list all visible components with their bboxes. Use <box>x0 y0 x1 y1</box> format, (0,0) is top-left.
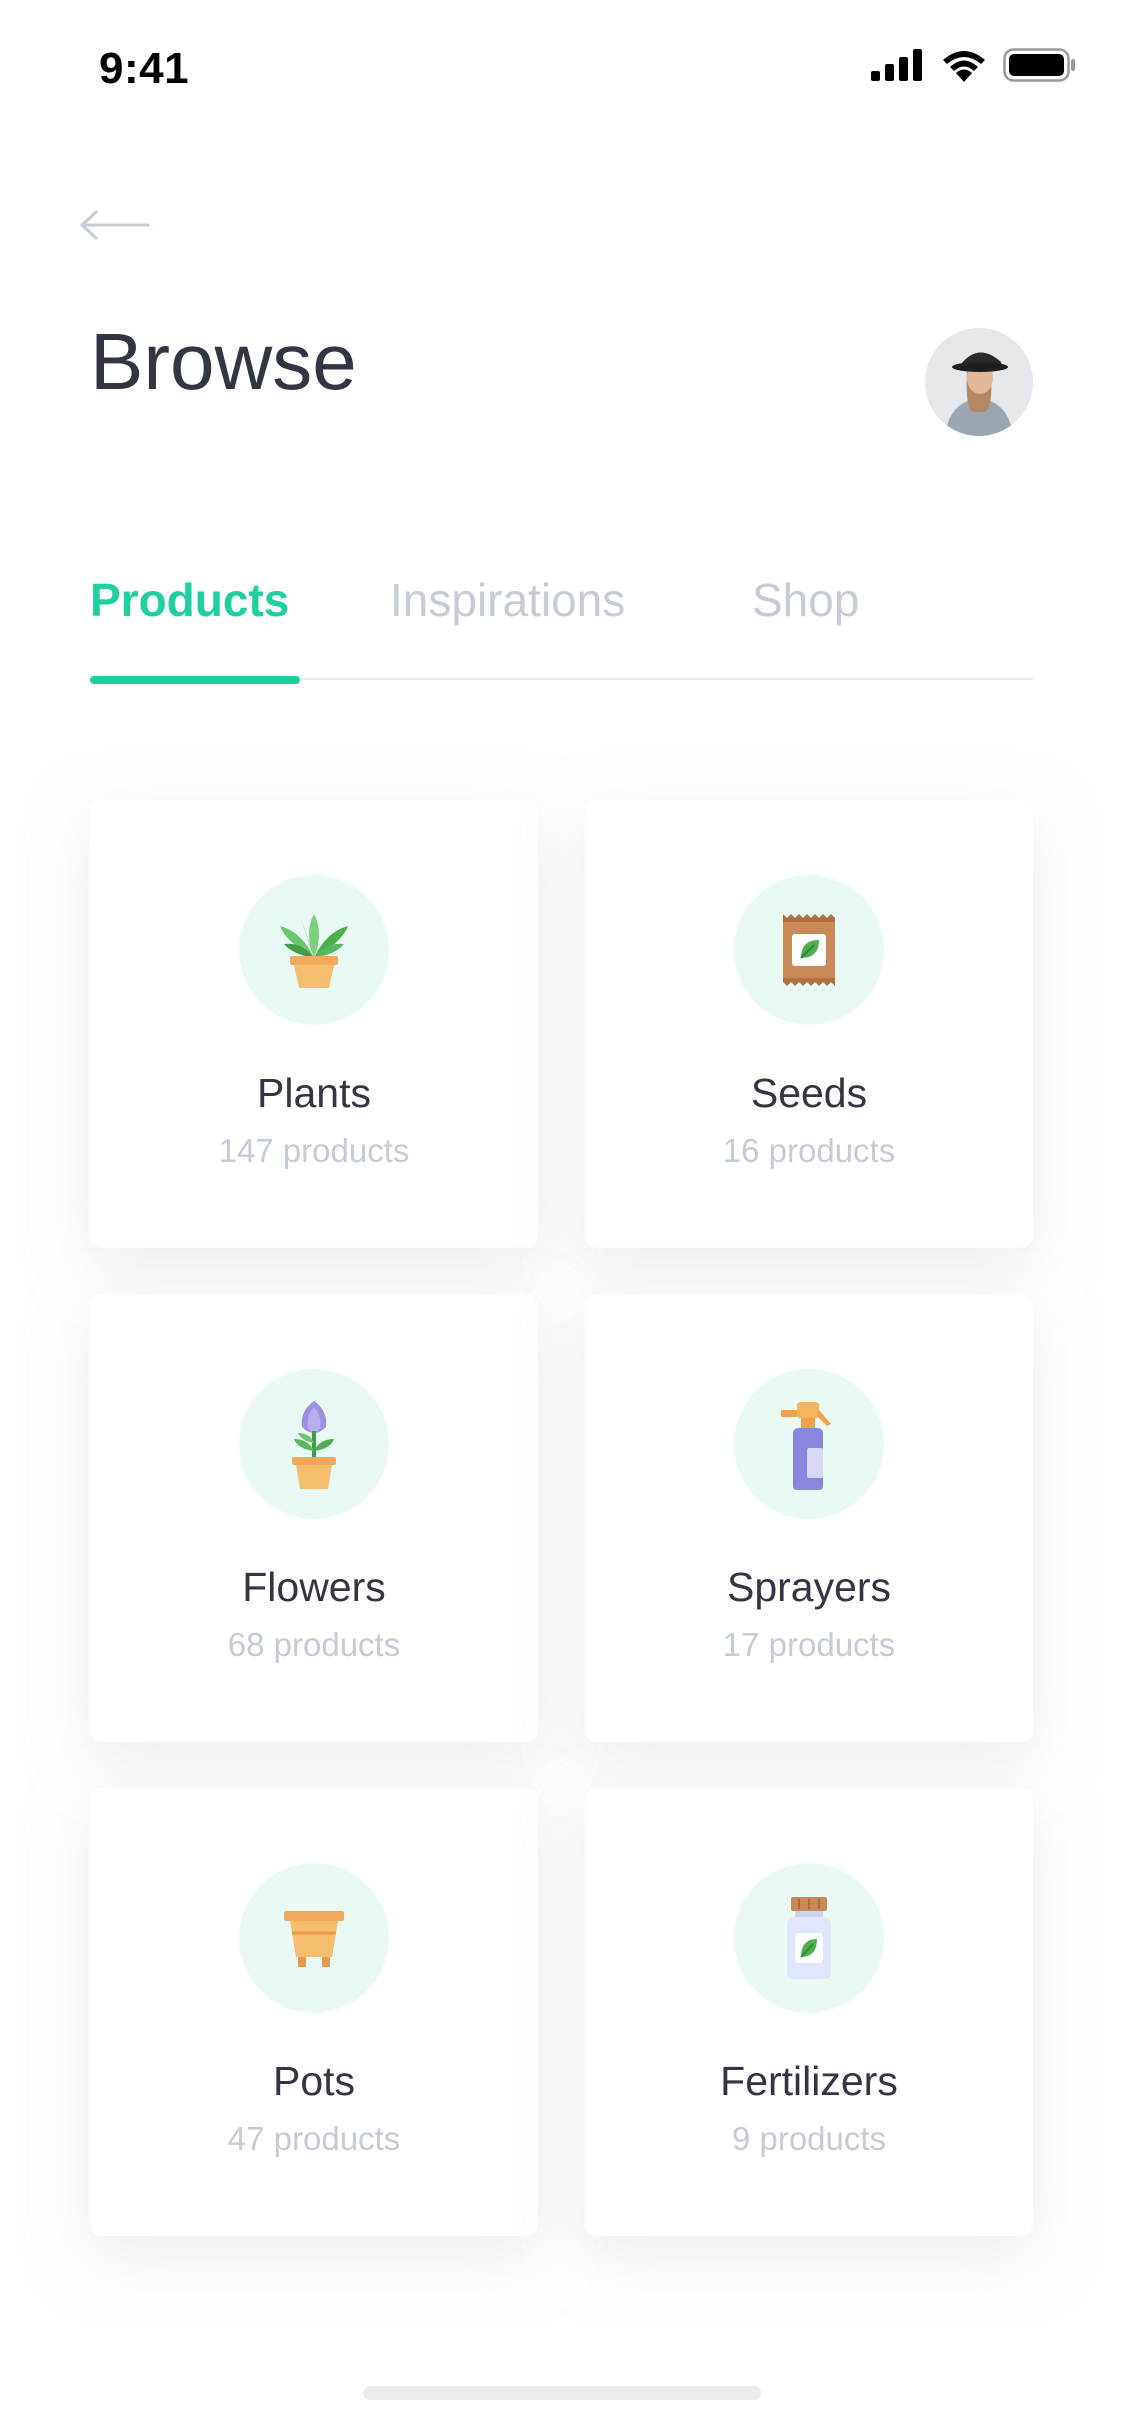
active-tab-indicator <box>90 676 300 684</box>
status-bar: 9:41 <box>0 0 1125 140</box>
tab-inspirations[interactable]: Inspirations <box>390 570 625 630</box>
icon-circle <box>239 875 389 1025</box>
avatar[interactable] <box>925 328 1033 436</box>
category-count: 16 products <box>722 1132 896 1169</box>
category-card-plants[interactable]: Plants 147 products <box>90 800 538 1248</box>
category-count: 68 products <box>227 1626 401 1663</box>
icon-circle <box>239 1863 389 2013</box>
icon-circle <box>734 1863 884 2013</box>
category-name: Pots <box>272 2058 356 2104</box>
icon-circle <box>239 1369 389 1519</box>
user-photo-icon <box>925 328 1033 436</box>
category-count: 147 products <box>218 1132 410 1169</box>
back-button[interactable] <box>80 195 170 255</box>
category-name: Flowers <box>242 1564 386 1610</box>
icon-circle <box>734 875 884 1025</box>
tab-products[interactable]: Products <box>90 570 289 630</box>
plant-icon <box>280 914 348 988</box>
tab-bar: Products Inspirations Shop <box>90 570 1033 684</box>
category-card-fertilizers[interactable]: Fertilizers 9 products <box>585 1788 1033 2236</box>
status-icons <box>871 48 1077 82</box>
category-name: Seeds <box>750 1070 868 1116</box>
battery-icon <box>1003 48 1075 82</box>
category-card-sprayers[interactable]: Sprayers 17 products <box>585 1294 1033 1742</box>
category-count: 17 products <box>722 1626 896 1663</box>
page-title: Browse <box>90 317 357 406</box>
seed-packet-icon <box>783 914 835 986</box>
category-card-flowers[interactable]: Flowers 68 products <box>90 1294 538 1742</box>
tab-shop[interactable]: Shop <box>752 570 859 630</box>
wifi-icon <box>943 51 985 82</box>
category-card-pots[interactable]: Pots 47 products <box>90 1788 538 2236</box>
home-indicator[interactable] <box>363 2386 761 2400</box>
category-count: 47 products <box>227 2120 401 2157</box>
cellular-signal-icon <box>871 49 922 81</box>
sprayer-icon <box>781 1402 831 1490</box>
pot-icon <box>284 1911 344 1967</box>
category-count: 9 products <box>731 2120 887 2157</box>
category-card-seeds[interactable]: Seeds 16 products <box>585 800 1033 1248</box>
fertilizer-icon <box>787 1897 831 1979</box>
arrow-left-icon <box>80 210 150 240</box>
icon-circle <box>734 1369 884 1519</box>
flower-icon <box>292 1401 336 1489</box>
category-name: Fertilizers <box>720 2058 898 2104</box>
status-time: 9:41 <box>99 44 190 93</box>
browse-screen: 9:41 Browse Products Inspirations Shop P… <box>0 0 1125 2436</box>
category-name: Plants <box>257 1070 371 1116</box>
category-name: Sprayers <box>726 1564 892 1610</box>
